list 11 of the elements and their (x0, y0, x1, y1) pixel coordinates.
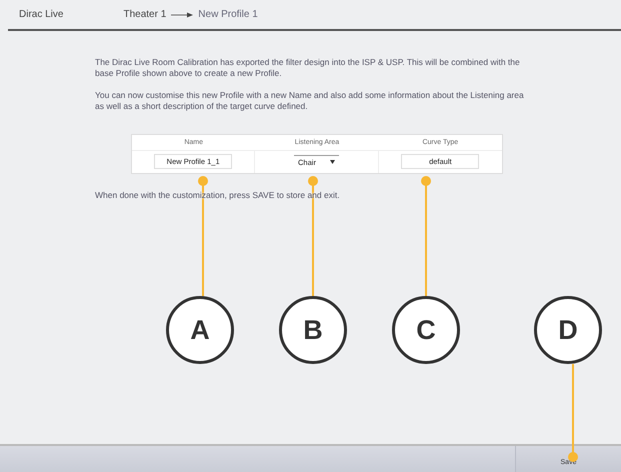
description-text: You can now customise this new Profile with a new Name and also add some information about the Listening area as well as a short description of the target curve defined. (95, 90, 525, 112)
callout-label: B (279, 296, 347, 364)
callout-label: D (534, 296, 602, 364)
breadcrumb-item: New Profile 1 (198, 9, 258, 20)
callout-label: A (166, 296, 234, 364)
arrow-icon (171, 12, 194, 18)
breadcrumb-item: Theater 1 (123, 9, 166, 20)
callout-label: C (392, 296, 460, 364)
description-text: The Dirac Live Room Calibration has exported the filter design into the ISP & USP. This will be combined with the base Profile shown above to create a new Profile. (95, 57, 521, 79)
caret-icon (330, 160, 335, 164)
app-name: Dirac Live (19, 9, 64, 20)
